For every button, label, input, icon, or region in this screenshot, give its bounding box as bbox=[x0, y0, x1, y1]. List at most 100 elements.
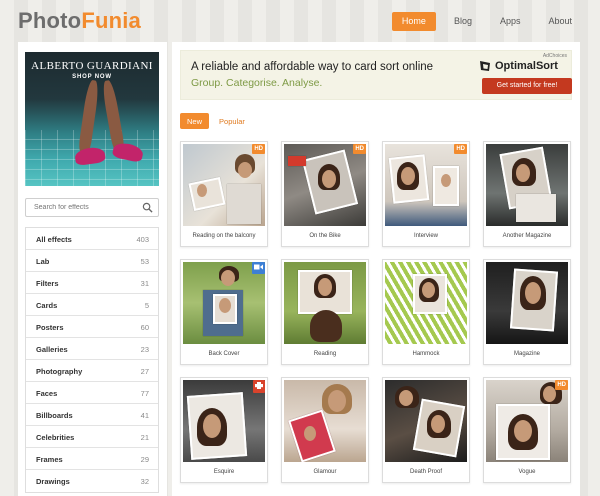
category-label: Cards bbox=[36, 301, 58, 310]
main-content: A reliable and affordable way to card so… bbox=[172, 42, 580, 496]
optimalsort-logo-icon bbox=[480, 61, 490, 71]
effect-thumbnail bbox=[183, 144, 265, 226]
category-label: Galleries bbox=[36, 345, 68, 354]
effect-tabs: New Popular bbox=[180, 113, 252, 129]
banner-headline: A reliable and affordable way to card so… bbox=[191, 61, 434, 73]
effect-card[interactable]: Hammock bbox=[382, 259, 470, 365]
nav-apps[interactable]: Apps bbox=[490, 12, 531, 31]
effect-thumbnail bbox=[486, 144, 568, 226]
category-frames[interactable]: Frames 29 bbox=[26, 448, 158, 470]
print-icon bbox=[253, 380, 265, 393]
printer-icon bbox=[255, 382, 263, 389]
effect-label: Interview bbox=[413, 233, 438, 239]
category-list: All effects 403 Lab 53 Filters 31 Cards 5 Po… bbox=[25, 227, 159, 493]
banner-subline: Group. Categorise. Analyse. bbox=[191, 77, 323, 89]
category-count: 5 bbox=[144, 301, 149, 310]
category-count: 32 bbox=[140, 477, 149, 486]
effect-thumbnail bbox=[284, 262, 366, 344]
adchoices-label[interactable]: AdChoices bbox=[543, 53, 567, 59]
effect-label: Glamour bbox=[313, 469, 337, 475]
ad-brand-name: ALBERTO GUARDIANI bbox=[31, 60, 153, 72]
category-billboards[interactable]: Billboards 41 bbox=[26, 404, 158, 426]
category-count: 60 bbox=[140, 323, 149, 332]
logo-part-photo: Photo bbox=[18, 8, 82, 33]
ad-banner[interactable]: A reliable and affordable way to card so… bbox=[180, 50, 572, 100]
effect-card[interactable]: HD Interview bbox=[382, 141, 470, 247]
effect-card[interactable]: Magazine bbox=[483, 259, 571, 365]
category-drawings[interactable]: Drawings 32 bbox=[26, 470, 158, 492]
video-icon bbox=[252, 262, 265, 274]
effect-thumbnail bbox=[183, 262, 265, 344]
effect-card[interactable]: Death Proof bbox=[382, 377, 470, 483]
effect-thumbnail bbox=[385, 380, 467, 462]
effect-card[interactable]: Back Cover bbox=[180, 259, 268, 365]
category-count: 41 bbox=[140, 411, 149, 420]
category-celebrities[interactable]: Celebrities 21 bbox=[26, 426, 158, 448]
hd-badge: HD bbox=[353, 144, 366, 154]
category-label: Drawings bbox=[36, 477, 70, 486]
category-label: Filters bbox=[36, 279, 59, 288]
effect-card[interactable]: HD Vogue bbox=[483, 377, 571, 483]
category-lab[interactable]: Lab 53 bbox=[26, 250, 158, 272]
main-nav: Home Blog Apps About bbox=[384, 12, 582, 31]
effect-card[interactable]: Reading bbox=[281, 259, 369, 365]
category-photography[interactable]: Photography 27 bbox=[26, 360, 158, 382]
effect-label: Hammock bbox=[412, 351, 440, 357]
category-label: Photography bbox=[36, 367, 83, 376]
category-label: Faces bbox=[36, 389, 58, 398]
site-header: PhotoFunia Home Blog Apps About bbox=[0, 0, 600, 42]
effect-thumbnail bbox=[385, 144, 467, 226]
category-count: 77 bbox=[140, 389, 149, 398]
effect-label: Reading bbox=[313, 351, 337, 357]
banner-cta-button[interactable]: Get started for free! bbox=[482, 78, 572, 94]
effect-thumbnail bbox=[486, 380, 568, 462]
category-faces[interactable]: Faces 77 bbox=[26, 382, 158, 404]
category-cards[interactable]: Cards 5 bbox=[26, 294, 158, 316]
tab-new[interactable]: New bbox=[180, 113, 210, 129]
effect-label: Esquire bbox=[213, 469, 235, 475]
hd-badge: HD bbox=[454, 144, 467, 154]
category-filters[interactable]: Filters 31 bbox=[26, 272, 158, 294]
effect-card[interactable]: Esquire bbox=[180, 377, 268, 483]
effect-label: Death Proof bbox=[409, 469, 443, 475]
site-logo[interactable]: PhotoFunia bbox=[18, 8, 141, 34]
nav-blog[interactable]: Blog bbox=[444, 12, 482, 31]
hd-badge: HD bbox=[252, 144, 265, 154]
category-count: 27 bbox=[140, 367, 149, 376]
effect-card[interactable]: Glamour bbox=[281, 377, 369, 483]
category-count: 21 bbox=[140, 433, 149, 442]
effect-card[interactable]: HD Reading on the balcony bbox=[180, 141, 268, 247]
effect-thumbnail bbox=[284, 380, 366, 462]
effect-label: Magazine bbox=[513, 351, 540, 357]
sidebar: ALBERTO GUARDIANI SHOP NOW All effects 40… bbox=[18, 42, 167, 496]
category-count: 53 bbox=[140, 257, 149, 266]
category-galleries[interactable]: Galleries 23 bbox=[26, 338, 158, 360]
category-label: Billboards bbox=[36, 411, 73, 420]
nav-home[interactable]: Home bbox=[391, 12, 436, 31]
logo-part-funia: Funia bbox=[81, 8, 141, 33]
effect-thumbnail bbox=[385, 262, 467, 344]
search-icon[interactable] bbox=[142, 202, 153, 213]
banner-brand: OptimalSort bbox=[495, 60, 558, 72]
effect-card[interactable]: Another Magazine bbox=[483, 141, 571, 247]
sidebar-ad[interactable]: ALBERTO GUARDIANI SHOP NOW bbox=[25, 52, 159, 186]
effect-card[interactable]: HD On the Bike bbox=[281, 141, 369, 247]
category-all-effects[interactable]: All effects 403 bbox=[26, 228, 158, 250]
effect-label: On the Bike bbox=[309, 233, 341, 239]
effect-label: Reading on the balcony bbox=[192, 233, 256, 239]
tab-popular[interactable]: Popular bbox=[212, 113, 252, 129]
effect-thumbnail bbox=[486, 262, 568, 344]
nav-about[interactable]: About bbox=[538, 12, 582, 31]
effect-label: Vogue bbox=[518, 469, 536, 475]
category-label: Posters bbox=[36, 323, 64, 332]
category-label: Lab bbox=[36, 257, 50, 266]
effect-label: Another Magazine bbox=[502, 233, 552, 239]
category-posters[interactable]: Posters 60 bbox=[26, 316, 158, 338]
effect-thumbnail bbox=[284, 144, 366, 226]
category-label: Frames bbox=[36, 455, 63, 464]
search-input[interactable] bbox=[26, 199, 136, 216]
effect-label: Back Cover bbox=[208, 351, 240, 357]
category-label: Celebrities bbox=[36, 433, 75, 442]
category-count: 29 bbox=[140, 455, 149, 464]
camera-icon bbox=[254, 264, 263, 270]
